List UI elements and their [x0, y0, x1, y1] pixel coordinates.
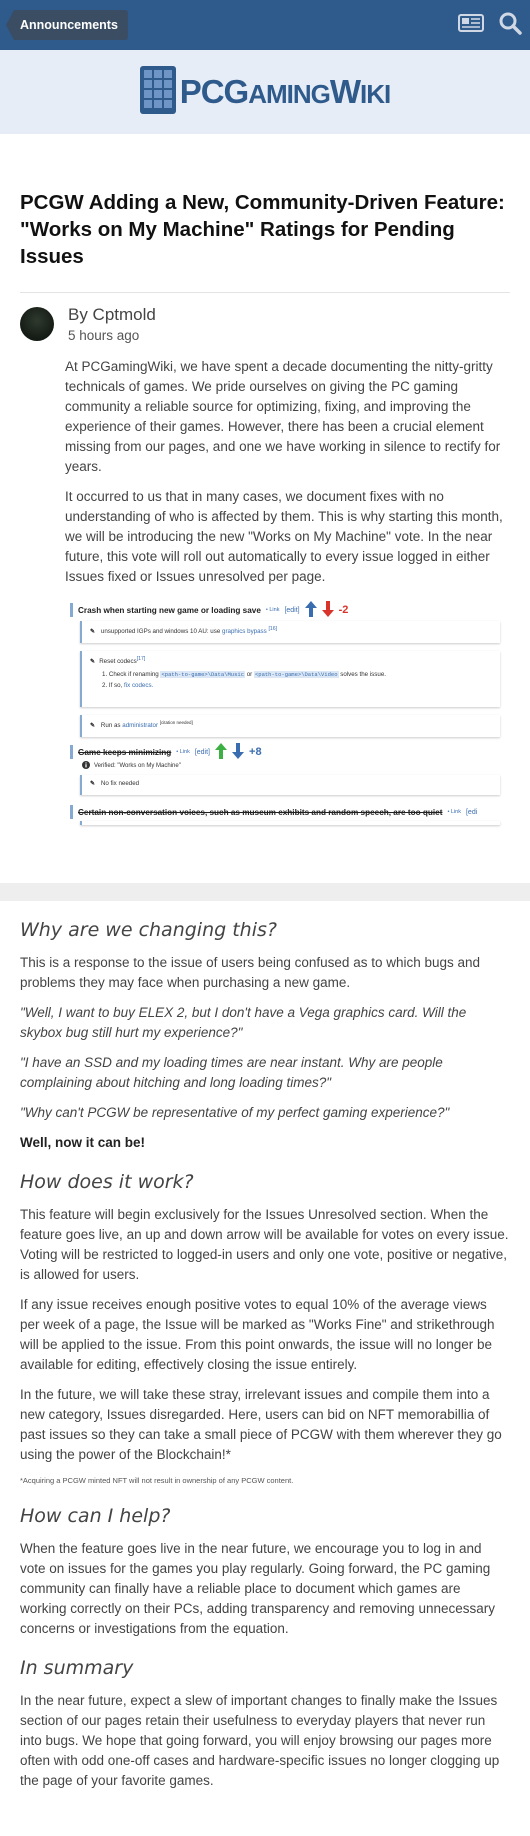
post-time: 5 hours ago [68, 328, 140, 343]
fix-text: Run as [100, 722, 121, 730]
edit-link[interactable]: [edit] [284, 607, 299, 614]
section-divider [0, 883, 530, 901]
down-arrow-icon[interactable] [321, 601, 334, 619]
article-title: PCGW Adding a New, Community-Driven Feat… [20, 191, 505, 268]
info-icon [82, 761, 90, 771]
fix-text: unsupported IGPs and windows 10 AU: use [100, 628, 221, 636]
issue-title: Certain non-conversation voices, such as… [78, 807, 443, 817]
fix-box-edge [80, 821, 500, 825]
site-logo[interactable]: PCGAMINGWIKI [179, 73, 392, 111]
divider [20, 292, 510, 293]
logo-part: IKI [360, 79, 391, 109]
issue-heading: Crash when starting new game or loading … [70, 601, 349, 619]
step-text: solves the issue. [340, 671, 386, 679]
section-heading: Why are we changing this? [20, 919, 277, 941]
paragraph: If any issue receives enough positive vo… [20, 1297, 495, 1372]
embedded-screenshot: Crash when starting new game or loading … [70, 597, 500, 869]
reference[interactable]: [16] [268, 626, 277, 632]
wrench-icon: ✎ [90, 658, 96, 666]
logo-part: AMING [248, 79, 331, 109]
vote-count: -2 [338, 604, 349, 616]
quote: "I have an SSD and my loading times are … [20, 1055, 443, 1090]
footnote: *Acquiring a PCGW minted NFT will not re… [20, 1476, 294, 1485]
quote: "Why can't PCGW be representative of my … [20, 1105, 450, 1120]
paragraph: This feature will begin exclusively for … [20, 1207, 509, 1282]
reference[interactable]: [17] [137, 656, 146, 662]
article-body: At PCGamingWiki, we have spent a decade … [65, 357, 510, 587]
step-text: 1. Check if renaming [102, 671, 159, 679]
code-path: <path-to-game>\Data\Video [253, 671, 339, 679]
verified-text: Verified: "Works on My Machine" [94, 763, 181, 769]
wrench-icon: ✎ [90, 722, 96, 730]
citation-needed[interactable]: [citation needed] [160, 720, 193, 725]
article: PCGW Adding a New, Community-Driven Feat… [0, 184, 530, 869]
how-section: How does it work? This feature will begi… [0, 1171, 530, 1487]
wrench-icon: ✎ [90, 628, 96, 636]
section-heading: How does it work? [20, 1171, 194, 1193]
avatar[interactable] [20, 307, 54, 341]
logo-grid-icon[interactable] [139, 65, 176, 119]
wrench-icon: ✎ [90, 780, 96, 787]
logo-band: PCGAMINGWIKI [0, 50, 530, 134]
fix-box: ✎ Reset codecs[17] 1. Check if renaming <… [80, 651, 500, 707]
fix-link[interactable]: fix codecs. [124, 682, 153, 689]
code-path: <path-to-game>\Data\Music [160, 671, 245, 679]
paragraph: It occurred to us that in many cases, we… [65, 489, 503, 584]
paragraph: In the near future, expect a slew of imp… [20, 1693, 500, 1788]
edit-link[interactable]: [edi [466, 809, 477, 816]
edit-link[interactable]: [edit] [195, 749, 210, 756]
step-text: 2. If so, [102, 682, 123, 690]
fix-box: ✎ Run as administrator [citation needed] [80, 715, 500, 737]
up-arrow-icon[interactable] [304, 601, 317, 619]
section-heading: In summary [20, 1657, 134, 1679]
top-bar: Announcements [0, 0, 530, 50]
paragraph: At PCGamingWiki, we have spent a decade … [65, 359, 501, 474]
issue-link[interactable]: • Link [266, 607, 280, 613]
paragraph-bold: Well, now it can be! [20, 1135, 146, 1150]
logo-part: PCG [179, 73, 250, 110]
vote-count: +8 [249, 746, 262, 758]
summary-section: In summary In the near future, expect a … [0, 1657, 530, 1791]
top-icons [458, 11, 522, 40]
fix-box: ✎ No fix needed [80, 775, 500, 795]
help-section: How can I help? When the feature goes li… [0, 1505, 530, 1639]
issue-heading: Game keeps minimizing • Link [edit] +8 [70, 743, 262, 761]
author-name[interactable]: By Cptmold [68, 305, 156, 325]
fix-link[interactable]: graphics bypass [222, 628, 267, 635]
issue-title: Game keeps minimizing [78, 747, 172, 757]
paragraph: This is a response to the issue of users… [20, 955, 481, 990]
issue-link[interactable]: • Link [176, 749, 190, 755]
logo-part: W [329, 73, 361, 110]
step-text: or [246, 671, 253, 679]
fix-title: Reset codecs [99, 658, 137, 666]
verified-note: Verified: "Works on My Machine" [82, 761, 181, 771]
announcements-button[interactable]: Announcements [6, 10, 128, 40]
author-block: By Cptmold 5 hours ago [20, 305, 510, 343]
up-arrow-icon[interactable] [215, 743, 228, 761]
paragraph: In the future, we will take these stray,… [20, 1387, 502, 1462]
fix-link[interactable]: administrator [122, 722, 158, 729]
newspaper-icon[interactable] [458, 13, 484, 38]
spacer [0, 134, 530, 184]
search-icon[interactable] [498, 11, 522, 40]
issue-title: Crash when starting new game or loading … [78, 605, 261, 615]
why-section: Why are we changing this? This is a resp… [0, 919, 530, 1153]
paragraph: When the feature goes live in the near f… [20, 1541, 495, 1636]
fix-box: ✎ unsupported IGPs and windows 10 AU: us… [80, 621, 500, 643]
section-heading: How can I help? [20, 1505, 171, 1527]
issue-heading: Certain non-conversation voices, such as… [70, 805, 500, 819]
quote: "Well, I want to buy ELEX 2, but I don't… [20, 1005, 467, 1040]
issue-link[interactable]: • Link [447, 809, 461, 815]
down-arrow-icon[interactable] [232, 743, 245, 761]
fix-text: No fix needed [100, 780, 140, 787]
